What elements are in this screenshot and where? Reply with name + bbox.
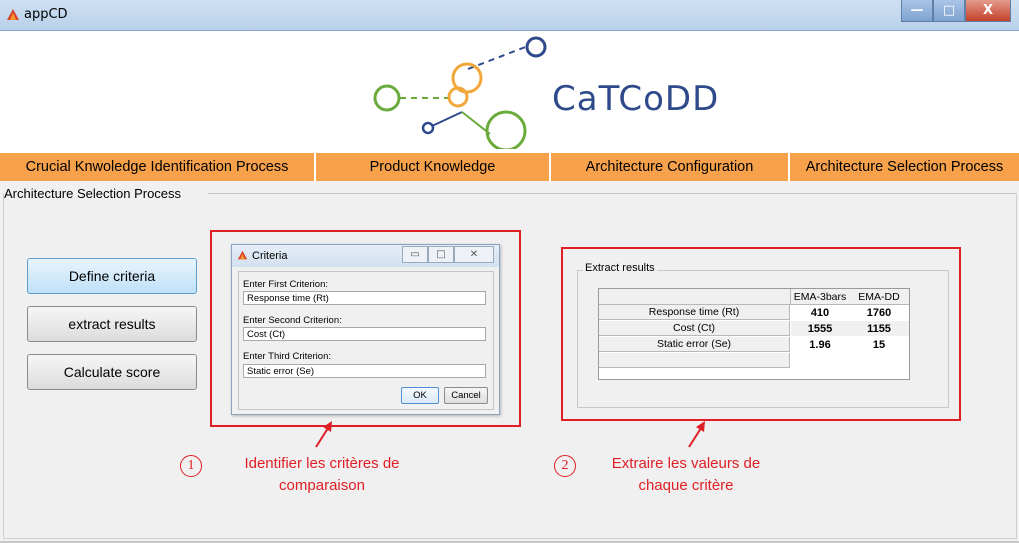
row-header-static-error: Static error (Se) <box>599 337 790 352</box>
annotation-extract-values: Extraire les valeurs de chaque critère <box>586 453 786 497</box>
step-number-2: 2 <box>554 455 576 477</box>
menu-product-knowledge[interactable]: Product Knowledge <box>316 153 551 181</box>
extract-results-button[interactable]: extract results <box>27 306 197 342</box>
second-criterion-label: Enter Second Criterion: <box>243 315 342 326</box>
panel-title: Architecture Selection Process <box>4 186 186 201</box>
column-header-ema-dd: EMA-DD <box>849 289 909 305</box>
table-cell[interactable]: 15 <box>849 337 909 352</box>
criteria-dialog: Criteria ▭ □ ✕ Enter First Criterion: Re… <box>231 244 500 415</box>
calculate-score-button[interactable]: Calculate score <box>27 354 197 390</box>
dialog-close-button[interactable]: ✕ <box>454 246 494 263</box>
table-cell[interactable]: 1.96 <box>791 337 849 352</box>
menu-architecture-selection[interactable]: Architecture Selection Process <box>790 153 1019 181</box>
window-titlebar: appCD — □ X <box>0 0 1019 31</box>
maximize-button[interactable]: □ <box>933 0 965 22</box>
column-header-ema-3bars: EMA-3bars <box>791 289 849 305</box>
window-controls: — □ X <box>901 0 1011 22</box>
annotation-line: Extraire les valeurs de <box>611 455 761 472</box>
annotation-line: Identifier les critères de <box>244 455 400 472</box>
arrow-icon <box>315 421 332 448</box>
row-header-response-time: Response time (Rt) <box>599 305 790 320</box>
minimize-button[interactable]: — <box>901 0 933 22</box>
dialog-content: Enter First Criterion: Response time (Rt… <box>238 271 494 410</box>
first-criterion-label: Enter First Criterion: <box>243 279 328 290</box>
table-cell[interactable]: 1555 <box>791 321 849 336</box>
third-criterion-label: Enter Third Criterion: <box>243 351 331 362</box>
table-cell[interactable]: 1760 <box>849 305 909 320</box>
ok-button[interactable]: OK <box>401 387 439 404</box>
dialog-title: Criteria <box>252 250 288 262</box>
menu-architecture-configuration[interactable]: Architecture Configuration <box>551 153 790 181</box>
dialog-window-controls: ▭ □ ✕ <box>402 246 494 263</box>
annotation-line: chaque critère <box>638 477 734 494</box>
logo-banner: CaTCoDD <box>0 31 1019 153</box>
first-criterion-input[interactable]: Response time (Rt) <box>243 291 486 305</box>
catcodd-logo-graphic <box>373 36 547 149</box>
extract-results-title: Extract results <box>583 262 657 274</box>
table-cell[interactable]: 1155 <box>849 321 909 336</box>
close-button[interactable]: X <box>965 0 1011 22</box>
row-header-cost: Cost (Ct) <box>599 321 790 336</box>
menu-crucial-knowledge[interactable]: Crucial Knwoledge Identification Process <box>0 153 316 181</box>
annotation-identify-criteria: Identifier les critères de comparaison <box>212 453 432 497</box>
define-criteria-button[interactable]: Define criteria <box>27 258 197 294</box>
cancel-button[interactable]: Cancel <box>444 387 488 404</box>
matlab-icon <box>7 9 19 20</box>
matlab-icon <box>237 250 248 260</box>
table-cell[interactable]: 410 <box>791 305 849 320</box>
dialog-maximize-button[interactable]: □ <box>428 246 454 263</box>
window-title: appCD <box>24 7 68 22</box>
results-table: EMA-3bars EMA-DD Response time (Rt) 410 … <box>598 288 910 380</box>
row-header-empty <box>599 353 790 368</box>
table-corner <box>599 289 791 305</box>
step-number-1: 1 <box>180 455 202 477</box>
second-criterion-input[interactable]: Cost (Ct) <box>243 327 486 341</box>
third-criterion-input[interactable]: Static error (Se) <box>243 364 486 378</box>
panel-divider <box>208 193 1016 194</box>
main-menu-bar: Crucial Knwoledge Identification Process… <box>0 153 1019 181</box>
annotation-line: comparaison <box>279 477 365 494</box>
arrow-icon <box>688 421 705 448</box>
dialog-titlebar: Criteria ▭ □ ✕ <box>232 245 499 267</box>
dialog-minimize-button[interactable]: ▭ <box>402 246 428 263</box>
logo-text: CaTCoDD <box>552 79 720 119</box>
